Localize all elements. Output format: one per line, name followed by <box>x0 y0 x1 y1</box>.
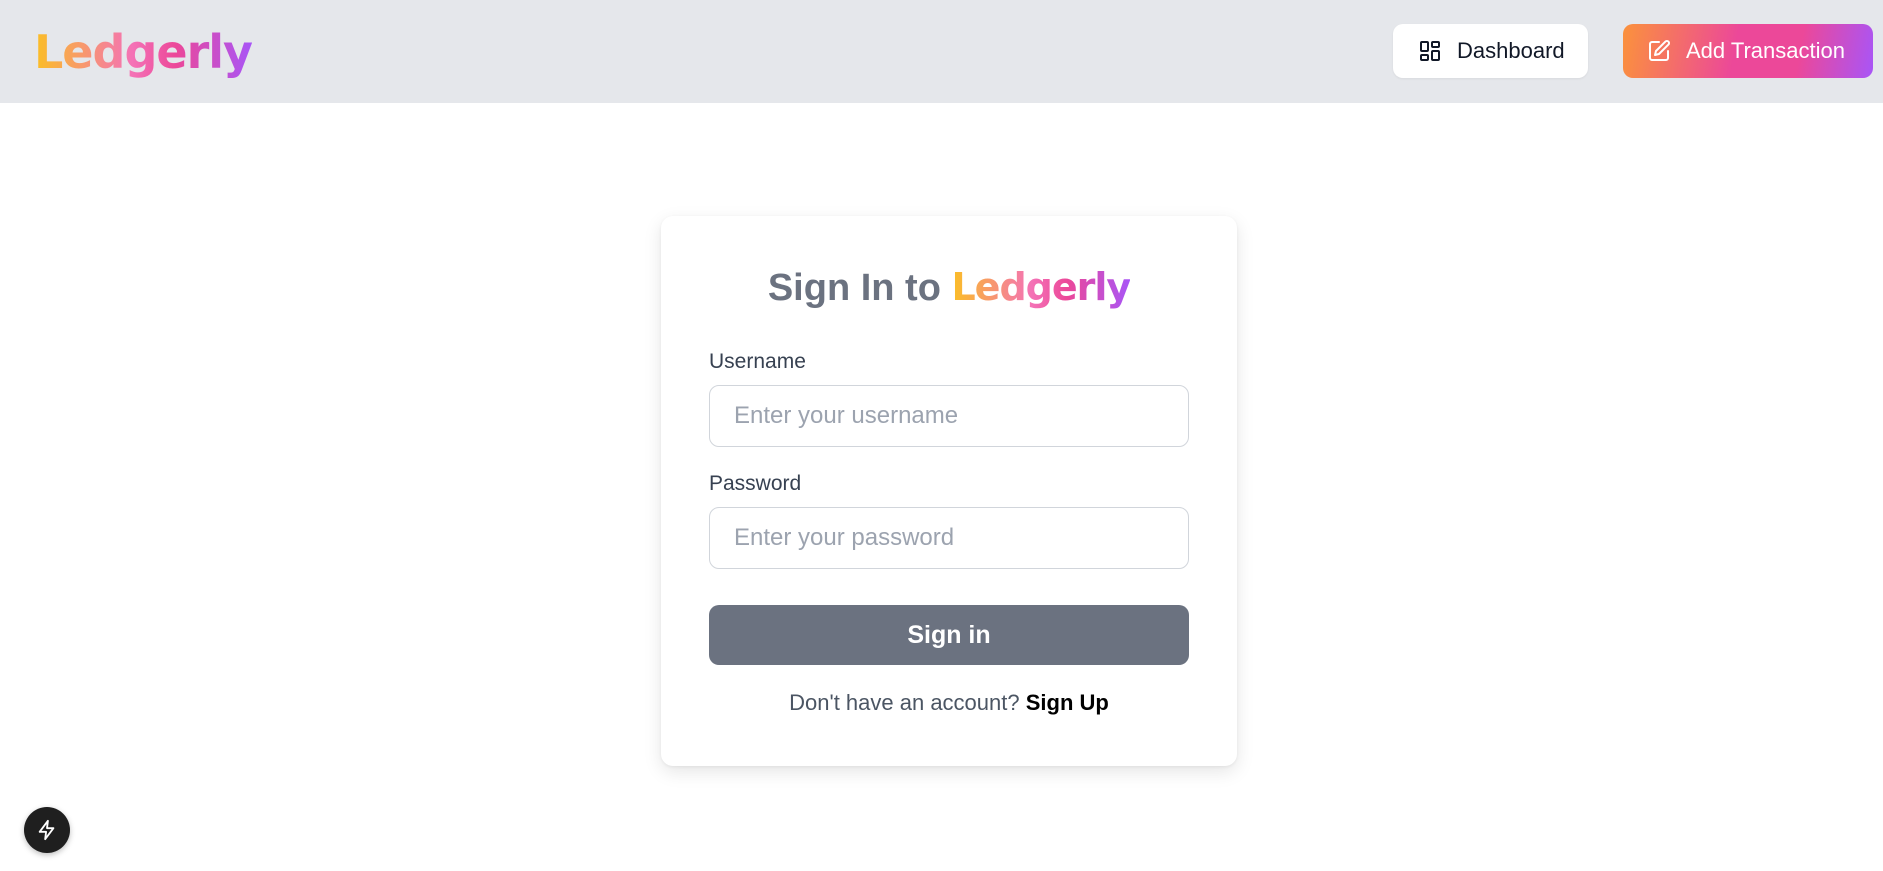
password-input[interactable] <box>709 507 1189 569</box>
add-transaction-button[interactable]: Add Transaction <box>1623 24 1873 78</box>
password-label: Password <box>709 472 802 495</box>
sign-in-button[interactable]: Sign in <box>709 605 1189 665</box>
dashboard-button[interactable]: Dashboard <box>1393 24 1588 78</box>
signup-row: Don't have an account? Sign Up <box>661 690 1237 716</box>
brand-logo[interactable]: Ledgerly <box>34 22 253 82</box>
sign-up-link[interactable]: Sign Up <box>1026 690 1109 715</box>
dev-tools-button[interactable] <box>24 807 70 853</box>
signup-prompt: Don't have an account? <box>789 690 1020 715</box>
username-label: Username <box>709 350 806 373</box>
bolt-icon <box>36 819 58 841</box>
sign-in-title-prefix: Sign In to <box>767 267 941 309</box>
username-input[interactable] <box>709 385 1189 447</box>
grid-icon <box>1418 39 1442 63</box>
edit-icon <box>1647 39 1671 63</box>
add-transaction-label: Add Transaction <box>1686 38 1845 63</box>
sign-in-card: Sign In to Ledgerly Username Password Si… <box>661 216 1237 766</box>
dashboard-button-label: Dashboard <box>1457 38 1565 63</box>
top-navbar: Ledgerly Dashboard Add Transaction <box>0 0 1883 103</box>
sign-in-title: Sign In to Ledgerly <box>661 262 1237 313</box>
sign-in-title-brand: Ledgerly <box>951 265 1131 309</box>
